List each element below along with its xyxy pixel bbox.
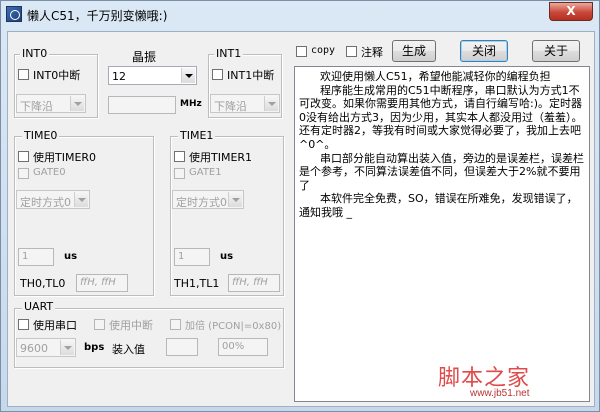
timer0-time-value: 1 bbox=[22, 251, 29, 262]
comment-checkbox[interactable] bbox=[346, 46, 357, 57]
int0-mode-select[interactable]: 下降沿 bbox=[16, 94, 86, 113]
timer1-unit: us bbox=[220, 251, 234, 262]
crystal-value: 12 bbox=[112, 70, 126, 83]
int1-legend: INT1 bbox=[214, 47, 244, 60]
app-icon bbox=[6, 6, 22, 22]
timer1-mode-select[interactable]: 定时方式0 bbox=[172, 190, 244, 209]
title-bar[interactable]: 懒人C51，千万别变懒哦:) X bbox=[1, 1, 599, 31]
uart-double-label: 加倍 (PCON|=0x80) bbox=[185, 321, 282, 332]
timer0-mode-value: 定时方式0 bbox=[20, 196, 71, 209]
int0-legend: INT0 bbox=[20, 47, 50, 60]
timer1-reg-output: ffH, ffH bbox=[228, 274, 280, 292]
timer1-legend: TIME1 bbox=[178, 129, 216, 142]
uart-label: 使用串口 bbox=[33, 319, 77, 332]
int1-mode-value: 下降沿 bbox=[214, 100, 247, 113]
gate0-label: GATE0 bbox=[33, 167, 66, 178]
uart-interrupt-label: 使用中断 bbox=[109, 319, 153, 332]
error-value: 00% bbox=[222, 341, 245, 352]
int0-mode-value: 下降沿 bbox=[20, 100, 53, 113]
timer0-reg-label: TH0,TL0 bbox=[20, 277, 66, 290]
generate-button[interactable]: 生成 bbox=[392, 40, 436, 62]
uart-checkbox[interactable] bbox=[18, 319, 29, 330]
chevron-down-icon bbox=[181, 68, 195, 83]
timer0-unit: us bbox=[64, 251, 78, 262]
timer1-mode-value: 定时方式0 bbox=[176, 196, 227, 209]
gate0-checkbox[interactable] bbox=[18, 168, 29, 179]
crystal-readout bbox=[108, 96, 176, 114]
client-area: INT0 INT0中断 下降沿 晶振 12 MHz INT1 INT1中断 下降… bbox=[7, 31, 595, 407]
error-output: 00% bbox=[218, 338, 268, 356]
crystal-select[interactable]: 12 bbox=[108, 66, 197, 85]
baud-select[interactable]: 9600 bbox=[16, 338, 76, 357]
int0-label: INT0中断 bbox=[33, 69, 81, 82]
timer1-label: 使用TIMER1 bbox=[189, 151, 253, 164]
chevron-down-icon bbox=[70, 96, 84, 111]
crystal-label: 晶振 bbox=[132, 50, 157, 64]
comment-label: 注释 bbox=[361, 46, 383, 59]
int1-checkbox[interactable] bbox=[212, 69, 223, 80]
timer0-checkbox[interactable] bbox=[18, 151, 29, 162]
chevron-down-icon bbox=[74, 192, 88, 207]
baud-unit: bps bbox=[84, 342, 105, 353]
timer1-checkbox[interactable] bbox=[174, 151, 185, 162]
app-window: 懒人C51，千万别变懒哦:) X INT0 INT0中断 下降沿 晶振 12 M… bbox=[0, 0, 600, 412]
copy-label: copy bbox=[311, 45, 336, 56]
int1-mode-select[interactable]: 下降沿 bbox=[210, 94, 280, 113]
timer1-reg-value: ffH, ffH bbox=[232, 277, 268, 288]
window-close-button[interactable]: X bbox=[549, 2, 593, 21]
timer1-time-input[interactable]: 1 bbox=[174, 248, 210, 266]
timer0-label: 使用TIMER0 bbox=[33, 151, 97, 164]
gate1-checkbox[interactable] bbox=[174, 168, 185, 179]
uart-legend: UART bbox=[22, 300, 56, 313]
chevron-down-icon bbox=[60, 340, 74, 355]
uart-double-checkbox[interactable] bbox=[170, 319, 181, 330]
copy-checkbox[interactable] bbox=[296, 46, 307, 57]
gate1-label: GATE1 bbox=[189, 167, 222, 178]
uart-interrupt-checkbox[interactable] bbox=[94, 319, 105, 330]
timer0-time-input[interactable]: 1 bbox=[18, 248, 54, 266]
crystal-unit: MHz bbox=[180, 99, 202, 109]
timer0-legend: TIME0 bbox=[22, 129, 60, 142]
timer0-reg-value: ffH, ffH bbox=[80, 277, 116, 288]
baud-value: 9600 bbox=[20, 342, 48, 355]
window-title: 懒人C51，千万别变懒哦:) bbox=[27, 9, 168, 23]
load-value-output bbox=[166, 338, 198, 356]
timer1-time-value: 1 bbox=[178, 251, 185, 262]
timer1-reg-label: TH1,TL1 bbox=[174, 277, 220, 290]
close-button[interactable]: 关闭 bbox=[460, 40, 508, 62]
timer0-mode-select[interactable]: 定时方式0 bbox=[16, 190, 90, 209]
timer0-reg-output: ffH, ffH bbox=[76, 274, 128, 292]
about-button[interactable]: 关于 bbox=[532, 40, 580, 62]
watermark-url: www.jb51.net bbox=[470, 388, 530, 399]
chevron-down-icon bbox=[228, 192, 242, 207]
load-value-label: 装入值 bbox=[112, 343, 145, 356]
chevron-down-icon bbox=[264, 96, 278, 111]
int1-label: INT1中断 bbox=[227, 69, 275, 82]
int0-checkbox[interactable] bbox=[18, 69, 29, 80]
code-output-memo[interactable]: 欢迎使用懒人C51，希望他能减轻你的编程负担 程序能生成常用的C51中断程序，串… bbox=[294, 66, 590, 402]
